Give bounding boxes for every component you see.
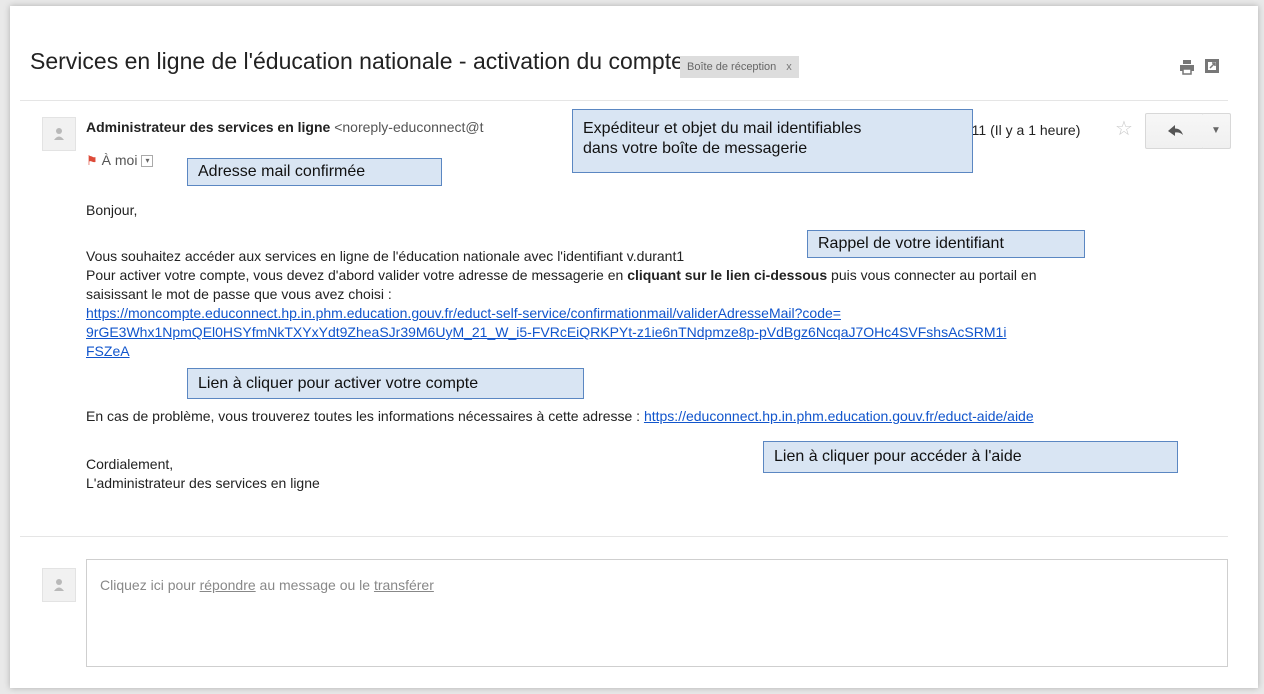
recipient-details-toggle[interactable]: ▾	[141, 155, 154, 168]
email-subject: Services en ligne de l'éducation nationa…	[30, 48, 684, 74]
forward-link[interactable]: transférer	[374, 577, 434, 593]
help-link-callout: Lien à cliquer pour accéder à l'aide	[763, 441, 1178, 473]
help-text: En cas de problème, vous trouverez toute…	[86, 408, 644, 424]
activation-link-line-2[interactable]: 9rGE3Whx1NpmQEl0HSYfmNkTXYxYdt9ZheaSJr39…	[86, 323, 1006, 341]
reply-prompt-mid: au message ou le	[255, 577, 374, 593]
body-line-1: Vous souhaitez accéder aux services en l…	[86, 248, 685, 264]
person-icon	[42, 117, 76, 151]
activation-link-line-3[interactable]: FSZeA	[86, 342, 130, 360]
body-line-3: saisissant le mot de passe que vous avez…	[86, 286, 392, 302]
reply-divider	[20, 536, 1228, 537]
help-line: En cas de problème, vous trouverez toute…	[86, 407, 1034, 425]
reply-area[interactable]	[86, 559, 1228, 667]
more-actions-button[interactable]: ▼	[1202, 113, 1231, 149]
sender-subject-callout-line-2: dans votre boîte de messagerie	[583, 140, 808, 157]
sender-subject-callout: Expéditeur et objet du mail identifiable…	[572, 109, 973, 173]
recipient-line: ⚑ À moi ▾	[86, 152, 154, 169]
greeting-text: Bonjour,	[86, 202, 138, 218]
header-divider	[20, 100, 1228, 101]
activation-link-line-1[interactable]: https://moncompte.educonnect.hp.in.phm.e…	[86, 304, 841, 322]
reply-prompt-start: Cliquez ici pour	[100, 577, 200, 593]
reply-button[interactable]	[1145, 113, 1204, 149]
reply-link[interactable]: répondre	[200, 577, 256, 593]
recipient-text: À moi	[101, 152, 138, 168]
person-icon	[42, 568, 76, 602]
sender-name[interactable]: Administrateur des services en ligne	[86, 119, 330, 135]
body-line-2-end: puis vous connecter au portail en	[827, 267, 1037, 283]
signature-text: L'administrateur des services en ligne	[86, 475, 320, 491]
activation-link-callout: Lien à cliquer pour activer votre compte	[187, 368, 584, 399]
sender-line: Administrateur des services en ligne <no…	[86, 119, 483, 135]
new-window-icon[interactable]	[1204, 58, 1220, 74]
sender-address: <noreply-educonnect@t	[334, 119, 484, 135]
chevron-down-icon: ▼	[1211, 125, 1221, 136]
important-marker-icon[interactable]: ⚑	[86, 153, 98, 168]
inbox-label-text: Boîte de réception	[687, 61, 777, 73]
email-confirmed-callout: Adresse mail confirmée	[187, 158, 442, 186]
printer-icon[interactable]	[1178, 58, 1196, 76]
remove-label-icon[interactable]: x	[786, 61, 792, 73]
star-icon[interactable]: ☆	[1115, 116, 1133, 141]
body-line-2-start: Pour activer votre compte, vous devez d'…	[86, 267, 628, 283]
closing-text: Cordialement,	[86, 456, 174, 472]
body-line-2: Pour activer votre compte, vous devez d'…	[86, 266, 1037, 284]
identifier-callout: Rappel de votre identifiant	[807, 230, 1085, 258]
email-timestamp: 2:11 (Il y a 1 heure)	[960, 122, 1081, 138]
reply-prompt: Cliquez ici pour répondre au message ou …	[100, 577, 434, 593]
body-line-2-bold: cliquant sur le lien ci-dessous	[627, 267, 828, 283]
reply-arrow-icon	[1168, 125, 1183, 136]
help-link[interactable]: https://educonnect.hp.in.phm.education.g…	[644, 408, 1034, 424]
sender-subject-callout-line-1: Expéditeur et objet du mail identifiable…	[583, 120, 862, 137]
inbox-label-chip[interactable]: Boîte de réception x	[680, 56, 799, 78]
